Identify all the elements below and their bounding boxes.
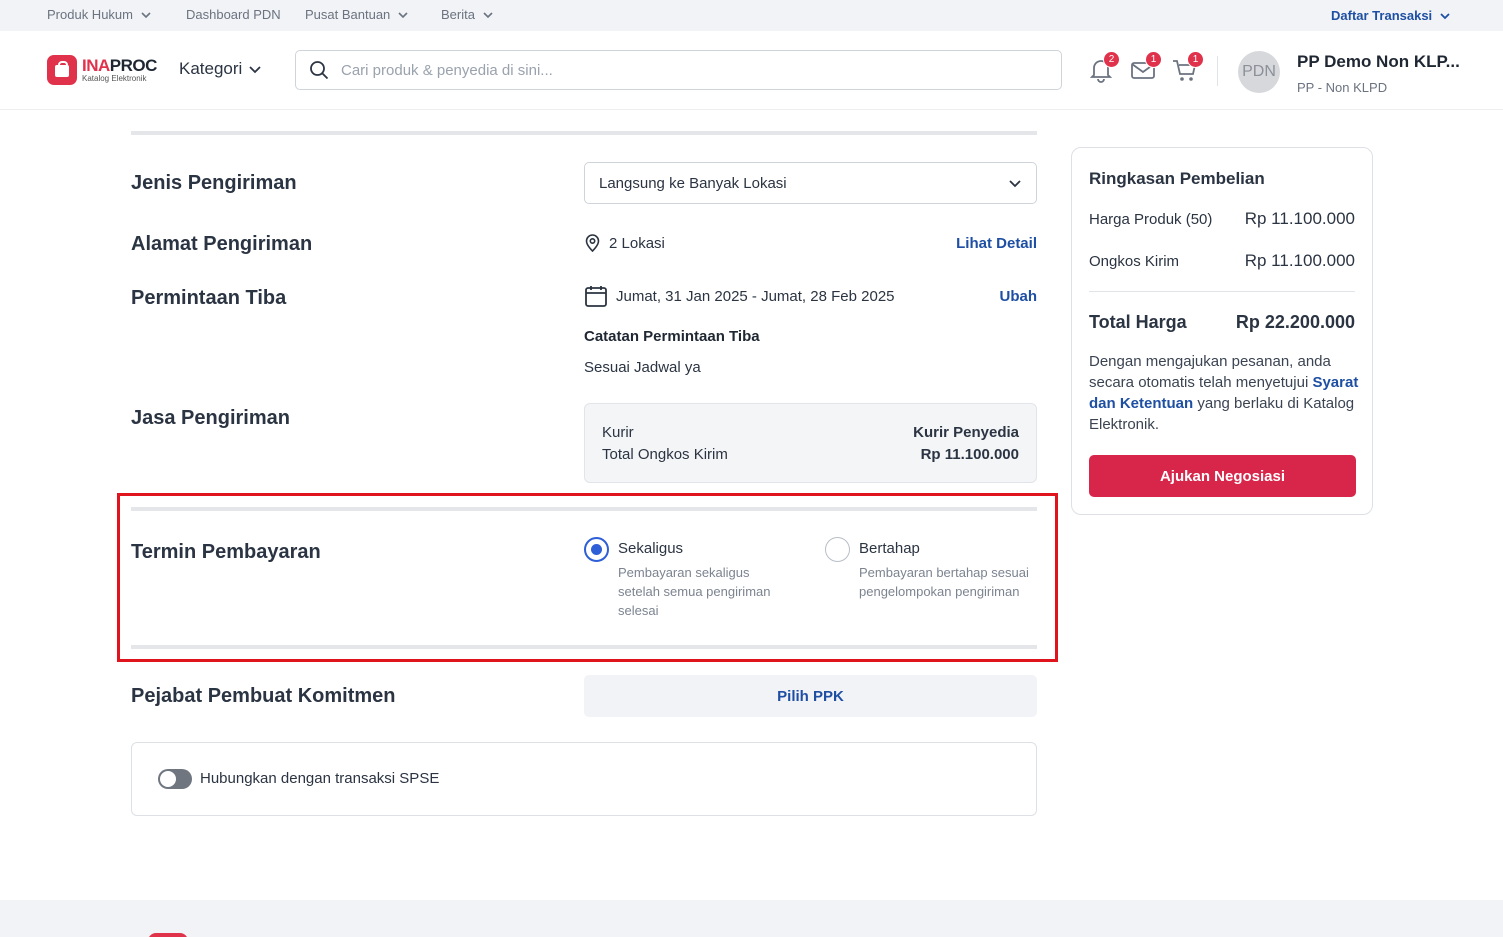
search-bar (295, 50, 1062, 90)
user-name[interactable]: PP Demo Non KLP... (1297, 52, 1460, 72)
option-desc-line: setelah semua pengiriman (618, 584, 771, 599)
terms-pre: Dengan mengajukan pesanan, anda secara o… (1089, 353, 1331, 391)
terms-text: Dengan mengajukan pesanan, anda secara o… (1089, 351, 1359, 435)
logo-main-text: INAPROC (82, 57, 157, 74)
total-harga-value: Rp 22.200.000 (1235, 312, 1355, 332)
topnav-produk-hukum[interactable]: Produk Hukum (47, 7, 153, 22)
option-desc-line: pengelompokan pengiriman (859, 584, 1020, 599)
notification-button[interactable]: 2 (1087, 51, 1120, 84)
radio-sekaligus[interactable] (584, 537, 609, 562)
chevron-down-icon (141, 11, 151, 18)
search-input[interactable] (341, 61, 941, 79)
kategori-menu[interactable]: Kategori (179, 59, 262, 79)
spse-label: Hubungkan dengan transaksi SPSE (200, 770, 440, 787)
topnav-label: Produk Hukum (47, 7, 133, 22)
select-value: Langsung ke Banyak Lokasi (599, 174, 787, 192)
jenis-pengiriman-label: Jenis Pengiriman (131, 172, 297, 194)
harga-produk-label: Harga Produk (50) (1089, 211, 1213, 228)
radio-bertahap[interactable] (825, 537, 850, 562)
top-utility-bar: Produk Hukum Dashboard PDN Pusat Bantuan… (0, 0, 1503, 31)
permintaan-tiba-label: Permintaan Tiba (131, 287, 287, 309)
catatan-value: Sesuai Jadwal ya (584, 359, 701, 376)
card-title: Ringkasan Pembelian (1089, 169, 1265, 188)
location-pin-icon (585, 234, 600, 252)
main-header: INAPROC Katalog Elektronik Kategori 2 1 … (0, 31, 1503, 110)
ongkir-label: Total Ongkos Kirim (602, 446, 728, 463)
topnav-dashboard-pdn[interactable]: Dashboard PDN (186, 7, 281, 22)
ongkos-kirim-value: Rp 11.100.000 (1244, 251, 1355, 270)
inaproc-logo[interactable]: INAPROC Katalog Elektronik (47, 55, 157, 85)
spse-box: Hubungkan dengan transaksi SPSE (131, 742, 1037, 816)
user-role: PP - Non KLPD (1297, 80, 1388, 95)
search-icon (310, 61, 329, 80)
ppk-label: Pejabat Pembuat Komitmen (131, 685, 396, 707)
footer (0, 900, 1503, 937)
card-divider (1089, 291, 1355, 292)
ajukan-negosiasi-button[interactable]: Ajukan Negosiasi (1089, 455, 1356, 497)
topnav-label: Daftar Transaksi (1331, 8, 1433, 23)
logo-wordmark: INAPROC Katalog Elektronik (82, 57, 157, 83)
section-divider (131, 131, 1037, 135)
footer-logo-icon (148, 933, 188, 937)
header-divider (1217, 56, 1218, 86)
jasa-pengiriman-label: Jasa Pengiriman (131, 407, 290, 429)
topnav-label: Pusat Bantuan (305, 7, 391, 22)
option-desc-line: Pembayaran sekaligus (618, 565, 750, 580)
chevron-down-icon (1009, 180, 1021, 188)
harga-produk-value: Rp 11.100.000 (1244, 209, 1355, 228)
total-harga-label: Total Harga (1089, 312, 1187, 332)
shopping-bag-icon (47, 55, 77, 85)
tiba-text: Jumat, 31 Jan 2025 - Jumat, 28 Feb 2025 (616, 287, 895, 305)
ongkir-value: Rp 11.100.000 (920, 446, 1019, 463)
topnav-pusat-bantuan[interactable]: Pusat Bantuan (305, 7, 410, 22)
logo-proc: PROC (109, 56, 158, 75)
notification-badge: 2 (1103, 51, 1120, 68)
messages-button[interactable]: 1 (1129, 51, 1162, 84)
kurir-value: Kurir Penyedia (913, 424, 1019, 441)
jenis-pengiriman-select[interactable]: Langsung ke Banyak Lokasi (584, 162, 1037, 204)
alamat-value: 2 Lokasi (584, 234, 665, 252)
option-desc-line: selesai (618, 603, 659, 618)
cart-button[interactable]: 1 (1171, 51, 1204, 84)
section-divider (131, 507, 1037, 511)
logo-subtitle: Katalog Elektronik (82, 74, 147, 83)
lihat-detail-link[interactable]: Lihat Detail (956, 235, 1037, 252)
option-title: Sekaligus (618, 540, 684, 557)
chevron-down-icon (249, 66, 261, 74)
chevron-down-icon (483, 11, 493, 18)
topnav-label: Dashboard PDN (186, 7, 281, 22)
section-divider (131, 645, 1037, 649)
chevron-down-icon (1440, 12, 1450, 19)
termin-pembayaran-label: Termin Pembayaran (131, 541, 321, 563)
option-title: Bertahap (859, 540, 920, 557)
spse-toggle[interactable] (158, 769, 192, 789)
alamat-pengiriman-label: Alamat Pengiriman (131, 233, 313, 255)
pilih-ppk-button[interactable]: Pilih PPK (584, 675, 1037, 717)
permintaan-tiba-value: Jumat, 31 Jan 2025 - Jumat, 28 Feb 2025 (584, 284, 895, 308)
catatan-title: Catatan Permintaan Tiba (584, 328, 760, 345)
option-desc-line: Pembayaran bertahap sesuai (859, 565, 1029, 580)
topnav-label: Berita (441, 7, 475, 22)
topnav-berita[interactable]: Berita (441, 7, 495, 22)
topnav-daftar-transaksi[interactable]: Daftar Transaksi (1331, 8, 1452, 23)
cart-badge: 1 (1187, 51, 1204, 68)
ongkos-kirim-label: Ongkos Kirim (1089, 253, 1180, 270)
kurir-label: Kurir (602, 424, 634, 441)
calendar-icon (585, 286, 607, 307)
avatar[interactable]: PDN (1238, 51, 1280, 93)
logo-ina: INA (82, 56, 110, 75)
kurir-info-box: Kurir Kurir Penyedia Total Ongkos Kirim … (584, 403, 1037, 483)
alamat-text: 2 Lokasi (609, 234, 665, 252)
chevron-down-icon (398, 11, 408, 18)
messages-badge: 1 (1145, 51, 1162, 68)
option-desc: Pembayaran bertahap sesuai pengelompokan… (859, 563, 1029, 601)
option-desc: Pembayaran sekaligus setelah semua pengi… (618, 563, 770, 620)
ubah-link[interactable]: Ubah (1000, 288, 1038, 305)
kategori-label: Kategori (179, 59, 243, 78)
ringkasan-card: Ringkasan Pembelian Harga Produk (50) Rp… (1071, 147, 1373, 515)
